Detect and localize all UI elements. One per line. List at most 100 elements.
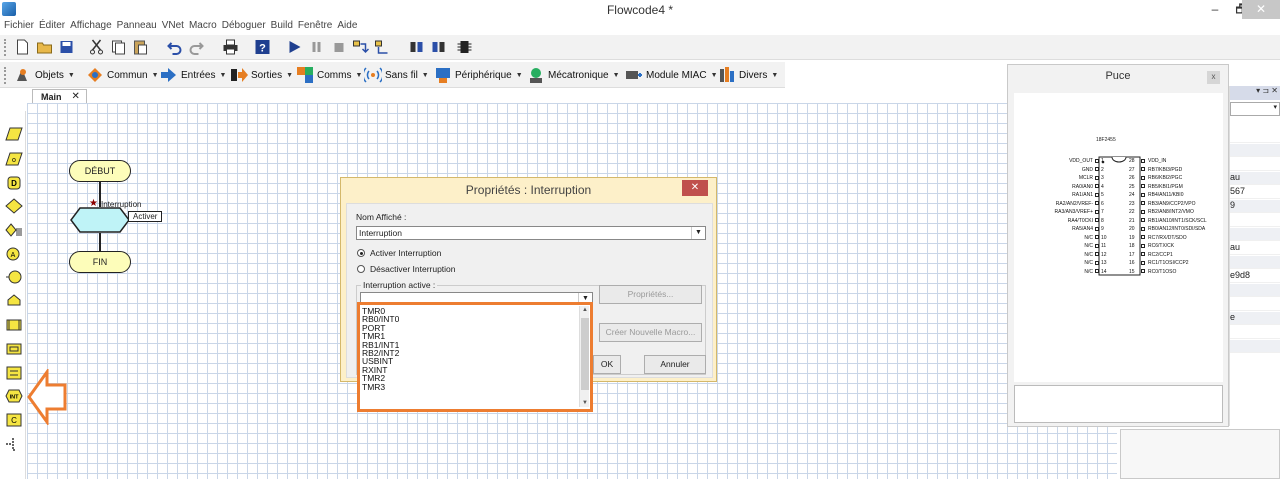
property-row[interactable] [1230, 298, 1280, 311]
chip-pin-left[interactable]: N/C [1084, 243, 1093, 249]
goto-icon[interactable] [5, 269, 23, 285]
chip-pin-left[interactable]: RA5/AN4 [1072, 226, 1093, 232]
menu-panneau[interactable]: Panneau [117, 19, 162, 35]
list-item[interactable]: PORT [362, 323, 580, 332]
interrupt-options-list[interactable]: TMR0 RB0/INT0 PORT TMR1 RB1/INT1 RB2/INT… [357, 302, 593, 412]
properties-button[interactable]: Propriétés... [599, 285, 702, 304]
property-row[interactable] [1230, 256, 1280, 269]
property-row[interactable] [1230, 214, 1280, 227]
chip-pin-right[interactable]: RC7/RX/DT/SDO [1148, 235, 1187, 241]
chip-pin-right[interactable]: RB3/AN9/CCP2/VPO [1148, 201, 1196, 207]
chip-pin-box[interactable] [1141, 167, 1145, 171]
chip-pin-left[interactable]: GND [1082, 167, 1093, 173]
chip-pin-box[interactable] [1095, 184, 1099, 188]
mecatronique-menu[interactable]: Mécatronique ▼ [527, 66, 620, 84]
comment-icon[interactable] [5, 436, 23, 452]
chip-pin-box[interactable] [1141, 243, 1145, 248]
chevron-down-icon[interactable]: ▼ [691, 227, 705, 239]
list-item[interactable]: TMR3 [362, 382, 580, 391]
list-item[interactable]: TMR2 [362, 374, 580, 383]
chip-pin-box[interactable] [1095, 158, 1099, 163]
property-row[interactable] [1230, 326, 1280, 339]
chip-pin-box[interactable] [1141, 209, 1145, 214]
list-item[interactable]: RB0/INT0 [362, 315, 580, 324]
cut-icon[interactable] [88, 39, 105, 55]
property-row[interactable] [1230, 144, 1280, 157]
chip-pin-box[interactable] [1095, 260, 1099, 265]
chip-panel-close-button[interactable]: x [1207, 71, 1220, 84]
sans-fil-menu[interactable]: Sans fil ▼ [364, 66, 429, 84]
input-icon[interactable] [5, 126, 23, 142]
chip-pin-right[interactable]: RC2/CCP1 [1148, 252, 1173, 258]
chip-pin-box[interactable] [1095, 192, 1099, 197]
delay-icon[interactable]: D [5, 175, 23, 191]
redo-icon[interactable] [188, 39, 205, 55]
interrupt-block[interactable] [70, 207, 130, 233]
menu-build[interactable]: Build [271, 19, 298, 35]
toolbar-grip[interactable] [4, 39, 7, 56]
new-file-icon[interactable] [14, 39, 31, 55]
chip-pin-box[interactable] [1141, 252, 1145, 256]
c-code-icon[interactable]: C [5, 412, 23, 428]
radio-disable-interrupt[interactable]: Désactiver Interruption [357, 264, 456, 274]
chip-pin-box[interactable] [1141, 269, 1145, 273]
chip-pin-box[interactable] [1141, 192, 1145, 197]
chip-pin-box[interactable] [1141, 201, 1145, 205]
open-folder-icon[interactable] [36, 39, 53, 55]
objets-menu[interactable]: Objets ▼ [14, 66, 75, 84]
chip-notes[interactable] [1014, 385, 1223, 423]
connection-point-icon[interactable]: A [5, 246, 23, 262]
scroll-up-icon[interactable]: ▲ [580, 307, 590, 313]
macro-icon[interactable] [5, 317, 23, 333]
print-icon[interactable] [222, 39, 239, 55]
chip-pin-box[interactable] [1141, 235, 1145, 239]
chip-pin-box[interactable] [1095, 235, 1099, 239]
menu-aide[interactable]: Aide [337, 19, 362, 35]
chip-program-icon[interactable] [456, 39, 473, 55]
loop-icon[interactable] [5, 293, 23, 309]
commun-menu[interactable]: Commun ▼ [86, 66, 159, 84]
chip-pin-right[interactable]: RB2/AN8/INT2/VMO [1148, 209, 1194, 215]
divers-menu[interactable]: Divers ▼ [718, 66, 778, 84]
chip-pin-box[interactable] [1095, 167, 1099, 171]
chip-pin-box[interactable] [1095, 209, 1099, 214]
entrees-menu[interactable]: Entrées ▼ [160, 66, 226, 84]
flow-end[interactable]: FIN [69, 251, 131, 273]
menu-affichage[interactable]: Affichage [70, 19, 117, 35]
chip-pin-box[interactable] [1095, 243, 1099, 248]
property-row[interactable] [1230, 228, 1280, 241]
property-row[interactable]: au [1230, 172, 1280, 185]
chip-pin-left[interactable]: N/C [1084, 260, 1093, 266]
output-icon[interactable]: o [5, 151, 23, 167]
pause-icon[interactable] [308, 39, 325, 55]
chip-pin-box[interactable] [1095, 175, 1099, 180]
chip-pin-right[interactable]: VDD_IN [1148, 158, 1166, 164]
property-row[interactable]: 567 [1230, 186, 1280, 199]
chip-pin-left[interactable]: RA3/AN3/VREF+ [1055, 209, 1094, 215]
chip-pin-box[interactable] [1141, 158, 1145, 163]
chip-pin-right[interactable]: RB0/AN12/INT0/SDI/SDA [1148, 226, 1205, 232]
chip-pin-box[interactable] [1141, 260, 1145, 265]
comms-menu[interactable]: Comms ▼ [296, 66, 362, 84]
property-row[interactable] [1230, 130, 1280, 143]
chip-pin-right[interactable]: RB4/AN11/KBI0 [1148, 192, 1183, 198]
chip-pin-left[interactable]: RA4/T0CKI [1068, 218, 1093, 224]
chip-pin-box[interactable] [1141, 175, 1145, 180]
tab-close-icon[interactable]: ✕ [72, 91, 80, 102]
chip-pin-left[interactable]: RA0/AN0 [1072, 184, 1093, 190]
scroll-thumb[interactable] [581, 318, 589, 390]
chip-pin-right[interactable]: RB5/KBI1/PGM [1148, 184, 1183, 190]
chip-pin-box[interactable] [1095, 201, 1099, 205]
create-macro-button[interactable]: Créer Nouvelle Macro... [599, 323, 702, 342]
cancel-button[interactable]: Annuler [644, 355, 706, 374]
chip-pin-left[interactable]: RA2/AN2/VREF- [1056, 201, 1093, 207]
close-window-button[interactable]: ✕ [1242, 0, 1280, 19]
menu-deboguer[interactable]: Déboguer [222, 19, 271, 35]
properties-combo[interactable]: ▾ [1230, 102, 1280, 116]
chip-pin-right[interactable]: RC6/TX/CK [1148, 243, 1174, 249]
list-item[interactable]: USBINT [362, 357, 580, 366]
sorties-menu[interactable]: Sorties ▼ [230, 66, 293, 84]
switch-icon[interactable] [5, 222, 23, 238]
chip-pin-box[interactable] [1141, 218, 1145, 222]
scroll-down-icon[interactable]: ▼ [580, 400, 590, 406]
